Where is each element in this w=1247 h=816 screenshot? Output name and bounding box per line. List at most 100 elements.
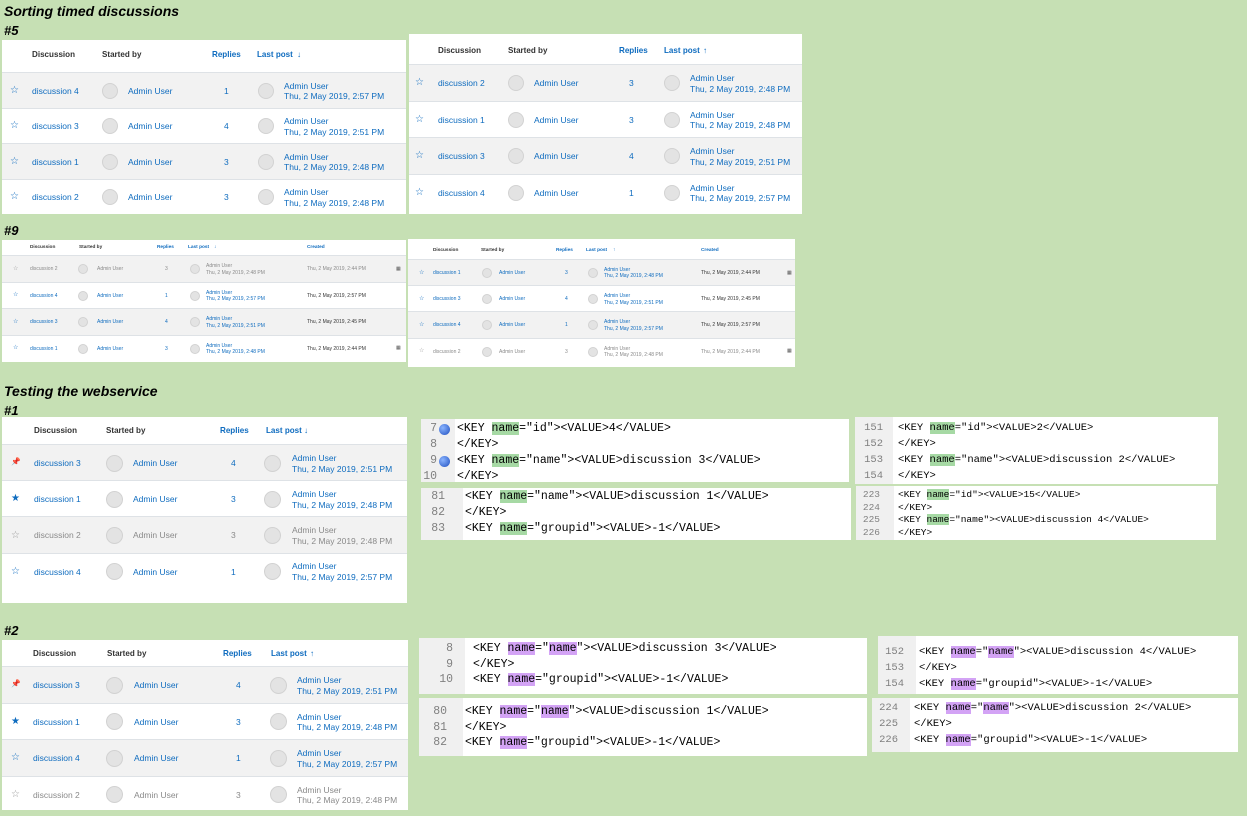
- sort-down-arrow-icon[interactable]: ↓: [297, 50, 301, 59]
- replies-count[interactable]: 4: [629, 151, 634, 161]
- discussion-link[interactable]: discussion 1: [33, 717, 80, 727]
- started-by-link[interactable]: Admin User: [133, 567, 177, 577]
- discussion-link[interactable]: discussion 3: [33, 680, 80, 690]
- replies-count[interactable]: 1: [224, 86, 229, 96]
- last-post-user-link[interactable]: Admin User: [292, 561, 336, 571]
- started-by-link[interactable]: Admin User: [534, 115, 578, 125]
- discussion-link[interactable]: discussion 4: [438, 188, 485, 198]
- col-created[interactable]: Created: [307, 245, 325, 250]
- col-last-post[interactable]: Last post: [266, 426, 302, 435]
- replies-count[interactable]: 3: [165, 346, 168, 352]
- sort-down-arrow-icon[interactable]: ↓: [214, 245, 216, 250]
- last-post-user-link[interactable]: Admin User: [206, 343, 232, 349]
- last-post-user-link[interactable]: Admin User: [604, 346, 630, 352]
- last-post-user-link[interactable]: Admin User: [284, 81, 328, 91]
- last-post-user-link[interactable]: Admin User: [206, 290, 232, 296]
- col-replies[interactable]: Replies: [223, 649, 252, 658]
- started-by-link[interactable]: Admin User: [97, 319, 123, 325]
- last-post-user-link[interactable]: Admin User: [206, 316, 232, 322]
- star-outline-icon[interactable]: ☆: [10, 191, 19, 202]
- started-by-link[interactable]: Admin User: [97, 266, 123, 272]
- replies-count[interactable]: 1: [236, 753, 241, 763]
- last-post-date-link[interactable]: Thu, 2 May 2019, 2:51 PM: [604, 300, 663, 306]
- started-by-link[interactable]: Admin User: [499, 270, 525, 276]
- last-post-date-link[interactable]: Thu, 2 May 2019, 2:51 PM: [284, 127, 384, 137]
- replies-count[interactable]: 1: [565, 322, 568, 328]
- started-by-link[interactable]: Admin User: [97, 346, 123, 352]
- discussion-link[interactable]: discussion 3: [30, 319, 58, 325]
- star-outline-icon[interactable]: ☆: [419, 270, 424, 276]
- last-post-date-link[interactable]: Thu, 2 May 2019, 2:51 PM: [690, 157, 790, 167]
- star-outline-icon[interactable]: ☆: [415, 114, 424, 125]
- col-last-post[interactable]: Last post: [664, 46, 700, 55]
- star-filled-icon[interactable]: ★: [11, 493, 20, 504]
- last-post-user-link[interactable]: Admin User: [690, 73, 734, 83]
- star-outline-icon[interactable]: ☆: [13, 319, 18, 325]
- replies-count[interactable]: 1: [629, 188, 634, 198]
- replies-count[interactable]: 3: [236, 717, 241, 727]
- replies-count[interactable]: 4: [224, 121, 229, 131]
- replies-count[interactable]: 3: [231, 530, 236, 540]
- pin-icon[interactable]: 📌: [11, 679, 21, 688]
- last-post-user-link[interactable]: Admin User: [690, 110, 734, 120]
- last-post-date-link[interactable]: Thu, 2 May 2019, 2:48 PM: [690, 84, 790, 94]
- started-by-link[interactable]: Admin User: [499, 296, 525, 302]
- star-outline-icon[interactable]: ☆: [11, 789, 20, 800]
- replies-count[interactable]: 3: [629, 78, 634, 88]
- discussion-link[interactable]: discussion 4: [433, 322, 461, 328]
- star-outline-icon[interactable]: ☆: [415, 150, 424, 161]
- col-replies[interactable]: Replies: [220, 426, 249, 435]
- last-post-date-link[interactable]: Thu, 2 May 2019, 2:48 PM: [292, 500, 392, 510]
- replies-count[interactable]: 4: [165, 319, 168, 325]
- star-outline-icon[interactable]: ☆: [415, 77, 424, 88]
- started-by-link[interactable]: Admin User: [97, 293, 123, 299]
- last-post-date-link[interactable]: Thu, 2 May 2019, 2:48 PM: [297, 795, 397, 805]
- star-outline-icon[interactable]: ☆: [13, 292, 18, 298]
- star-outline-icon[interactable]: ☆: [11, 566, 20, 577]
- discussion-link[interactable]: discussion 2: [32, 192, 79, 202]
- calendar-icon[interactable]: ▦: [787, 348, 792, 354]
- last-post-date-link[interactable]: Thu, 2 May 2019, 2:57 PM: [284, 91, 384, 101]
- replies-count[interactable]: 3: [224, 157, 229, 167]
- last-post-user-link[interactable]: Admin User: [297, 748, 341, 758]
- started-by-link[interactable]: Admin User: [133, 494, 177, 504]
- discussion-link[interactable]: discussion 4: [32, 86, 79, 96]
- star-outline-icon[interactable]: ☆: [13, 266, 18, 272]
- started-by-link[interactable]: Admin User: [128, 86, 172, 96]
- discussion-link[interactable]: discussion 3: [32, 121, 79, 131]
- replies-count[interactable]: 4: [231, 458, 236, 468]
- col-replies[interactable]: Replies: [157, 245, 174, 250]
- discussion-link[interactable]: discussion 4: [34, 567, 81, 577]
- breakpoint-icon[interactable]: [439, 456, 450, 467]
- last-post-user-link[interactable]: Admin User: [604, 267, 630, 273]
- last-post-date-link[interactable]: Thu, 2 May 2019, 2:48 PM: [206, 270, 265, 276]
- last-post-user-link[interactable]: Admin User: [284, 116, 328, 126]
- sort-up-arrow-icon[interactable]: ↑: [703, 46, 707, 55]
- last-post-user-link[interactable]: Admin User: [297, 712, 341, 722]
- last-post-date-link[interactable]: Thu, 2 May 2019, 2:48 PM: [604, 352, 663, 358]
- started-by-link[interactable]: Admin User: [128, 192, 172, 202]
- calendar-icon[interactable]: ▦: [396, 345, 401, 351]
- last-post-user-link[interactable]: Admin User: [292, 525, 336, 535]
- last-post-date-link[interactable]: Thu, 2 May 2019, 2:48 PM: [690, 120, 790, 130]
- col-replies[interactable]: Replies: [619, 46, 648, 55]
- last-post-user-link[interactable]: Admin User: [206, 263, 232, 269]
- started-by-link[interactable]: Admin User: [499, 322, 525, 328]
- last-post-date-link[interactable]: Thu, 2 May 2019, 2:51 PM: [297, 686, 397, 696]
- discussion-link[interactable]: discussion 1: [433, 270, 461, 276]
- replies-count[interactable]: 3: [224, 192, 229, 202]
- last-post-user-link[interactable]: Admin User: [690, 183, 734, 193]
- replies-count[interactable]: 3: [165, 266, 168, 272]
- started-by-link[interactable]: Admin User: [134, 790, 178, 800]
- star-outline-icon[interactable]: ☆: [10, 120, 19, 131]
- last-post-user-link[interactable]: Admin User: [297, 785, 341, 795]
- started-by-link[interactable]: Admin User: [134, 717, 178, 727]
- last-post-user-link[interactable]: Admin User: [292, 453, 336, 463]
- star-outline-icon[interactable]: ☆: [10, 156, 19, 167]
- last-post-user-link[interactable]: Admin User: [292, 489, 336, 499]
- last-post-date-link[interactable]: Thu, 2 May 2019, 2:57 PM: [292, 572, 392, 582]
- started-by-link[interactable]: Admin User: [534, 188, 578, 198]
- discussion-link[interactable]: discussion 2: [438, 78, 485, 88]
- star-outline-icon[interactable]: ☆: [13, 345, 18, 351]
- last-post-date-link[interactable]: Thu, 2 May 2019, 2:48 PM: [604, 273, 663, 279]
